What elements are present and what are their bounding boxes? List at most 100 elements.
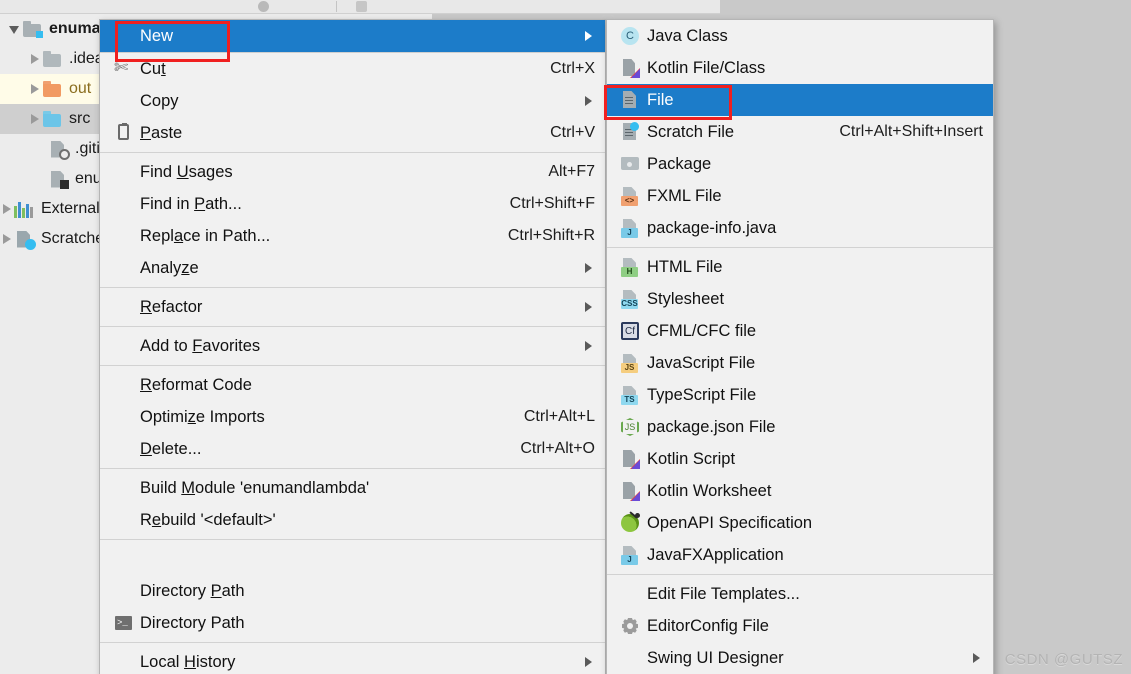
- menu-item-accel: Alt+F7: [548, 163, 595, 180]
- menu-item-paste[interactable]: Paste Ctrl+V: [100, 117, 605, 149]
- ide-toolbar: [0, 0, 720, 14]
- menu-item-analyze[interactable]: Analyze: [100, 252, 605, 284]
- submenu-item-package-info-java[interactable]: J package-info.java: [607, 212, 993, 244]
- js-file-icon: JS: [617, 353, 643, 373]
- submenu-arrow-icon: [583, 262, 595, 274]
- no-icon: [110, 375, 136, 395]
- tree-item-label: src: [69, 110, 91, 127]
- iml-file-icon: [48, 170, 69, 189]
- menu-item-label: Refactor: [140, 297, 203, 316]
- submenu-item-swing-ui-designer[interactable]: Swing UI Designer: [607, 642, 993, 674]
- no-icon: [110, 336, 136, 356]
- toolbar-icon-1[interactable]: [258, 1, 269, 12]
- menu-separator: [100, 468, 605, 469]
- menu-item-label: Delete...: [140, 439, 202, 458]
- libraries-icon: [14, 201, 35, 218]
- menu-separator: [100, 152, 605, 153]
- no-icon: [110, 652, 136, 672]
- menu-item-label: JavaFXApplication: [647, 545, 784, 564]
- menu-item-label: OpenAPI Specification: [647, 513, 813, 532]
- java-class-icon: C: [617, 26, 643, 46]
- clipboard-icon: [110, 123, 136, 143]
- menu-item-label: CFML/CFC file: [647, 321, 757, 340]
- submenu-item-scratch-file[interactable]: Scratch File Ctrl+Alt+Shift+Insert: [607, 116, 993, 148]
- submenu-item-openapi-specification[interactable]: OpenAPI Specification: [607, 507, 993, 539]
- no-icon: [110, 581, 136, 601]
- menu-item-optimize-imports[interactable]: Optimize Imports Ctrl+Alt+L: [100, 401, 605, 433]
- menu-item-open-in-terminal[interactable]: >_ Directory Path: [100, 607, 605, 639]
- submenu-item-package-json-file[interactable]: JS package.json File: [607, 411, 993, 443]
- toolbar-icon-2[interactable]: [356, 1, 367, 12]
- menu-item-replace-in-path[interactable]: Replace in Path... Ctrl+Shift+R: [100, 220, 605, 252]
- submenu-item-javafx-application[interactable]: J JavaFXApplication: [607, 539, 993, 571]
- no-icon: [617, 648, 643, 668]
- menu-item-accel: Ctrl+X: [550, 60, 595, 77]
- menu-item-reformat-code[interactable]: Reformat Code: [100, 369, 605, 401]
- submenu-item-editorconfig-file[interactable]: EditorConfig File: [607, 610, 993, 642]
- no-icon: [110, 407, 136, 427]
- submenu-item-javascript-file[interactable]: JS JavaScript File: [607, 347, 993, 379]
- openapi-icon: [617, 511, 643, 533]
- menu-item-label: Scratch File: [647, 122, 735, 141]
- menu-item-label: Swing UI Designer: [647, 648, 784, 667]
- twisty-closed-icon[interactable]: [28, 82, 42, 96]
- new-submenu[interactable]: C Java Class Kotlin File/Class File Scra…: [606, 19, 994, 674]
- fxml-file-icon: <>: [617, 186, 643, 206]
- menu-item-label: Build Module 'enumandlambda': [140, 478, 370, 497]
- submenu-item-html-file[interactable]: H HTML File: [607, 251, 993, 283]
- menu-item-label: JavaScript File: [647, 353, 756, 372]
- submenu-item-package[interactable]: Package: [607, 148, 993, 180]
- menu-item-directory-path[interactable]: Directory Path: [100, 575, 605, 607]
- twisty-open-icon[interactable]: [8, 22, 22, 36]
- menu-item-find-in-path[interactable]: Find in Path... Ctrl+Shift+F: [100, 188, 605, 220]
- twisty-closed-icon[interactable]: [0, 202, 14, 216]
- no-icon: [110, 226, 136, 246]
- css-file-icon: CSS: [617, 289, 643, 309]
- menu-item-add-to-favorites[interactable]: Add to Favorites: [100, 330, 605, 362]
- no-icon: [110, 297, 136, 317]
- project-context-menu[interactable]: New ✄ Cut Ctrl+X Copy Paste Ctrl+V Find …: [99, 19, 606, 674]
- folder-gray-icon: [42, 50, 63, 68]
- folder-blue-icon: [42, 110, 63, 128]
- menu-item-rebuild[interactable]: Rebuild '<default>': [100, 504, 605, 536]
- no-icon: [110, 439, 136, 459]
- menu-item-label: EditorConfig File: [647, 616, 769, 635]
- menu-item-label: Paste: [140, 123, 183, 142]
- menu-item-label: Copy: [140, 91, 179, 110]
- submenu-item-kotlin-file-class[interactable]: Kotlin File/Class: [607, 52, 993, 84]
- menu-item-label: Find in Path...: [140, 194, 242, 213]
- twisty-closed-icon[interactable]: [0, 232, 14, 246]
- kotlin-file-icon: [617, 58, 643, 78]
- submenu-item-fxml-file[interactable]: <> FXML File: [607, 180, 993, 212]
- menu-item-copy[interactable]: Copy: [100, 85, 605, 117]
- submenu-item-file[interactable]: File: [607, 84, 993, 116]
- submenu-item-typescript-file[interactable]: TS TypeScript File: [607, 379, 993, 411]
- menu-item-new[interactable]: New: [100, 20, 605, 52]
- menu-item-find-usages[interactable]: Find Usages Alt+F7: [100, 156, 605, 188]
- twisty-closed-icon[interactable]: [28, 112, 42, 126]
- watermark: CSDN @GUTSZ: [1004, 651, 1123, 668]
- submenu-item-kotlin-worksheet[interactable]: Kotlin Worksheet: [607, 475, 993, 507]
- menu-item-accel: Ctrl+Shift+F: [509, 195, 595, 212]
- twisty-closed-icon[interactable]: [28, 52, 42, 66]
- submenu-item-stylesheet[interactable]: CSS Stylesheet: [607, 283, 993, 315]
- submenu-item-cfml-cfc-file[interactable]: Cf CFML/CFC file: [607, 315, 993, 347]
- submenu-item-edit-file-templates[interactable]: Edit File Templates...: [607, 578, 993, 610]
- no-icon: [110, 510, 136, 530]
- menu-item-refactor[interactable]: Refactor: [100, 291, 605, 323]
- menu-item-local-history[interactable]: Local History: [100, 646, 605, 674]
- menu-item-label: Rebuild '<default>': [140, 510, 276, 529]
- scissors-icon: ✄: [114, 58, 129, 77]
- submenu-arrow-icon: [583, 95, 595, 107]
- menu-item-accel: Ctrl+Shift+R: [507, 227, 595, 244]
- submenu-item-kotlin-script[interactable]: Kotlin Script: [607, 443, 993, 475]
- menu-item-cut[interactable]: ✄ Cut Ctrl+X: [100, 53, 605, 85]
- menu-item-accel: Ctrl+Alt+O: [520, 440, 595, 457]
- file-icon: [617, 90, 643, 110]
- menu-item-delete[interactable]: Delete... Ctrl+Alt+O: [100, 433, 605, 465]
- menu-item-build-module[interactable]: Build Module 'enumandlambda': [100, 472, 605, 504]
- javafx-icon: J: [617, 545, 643, 565]
- menu-item-show-in-explorer[interactable]: [100, 543, 605, 575]
- submenu-item-java-class[interactable]: C Java Class: [607, 20, 993, 52]
- scratches-icon: [14, 230, 36, 250]
